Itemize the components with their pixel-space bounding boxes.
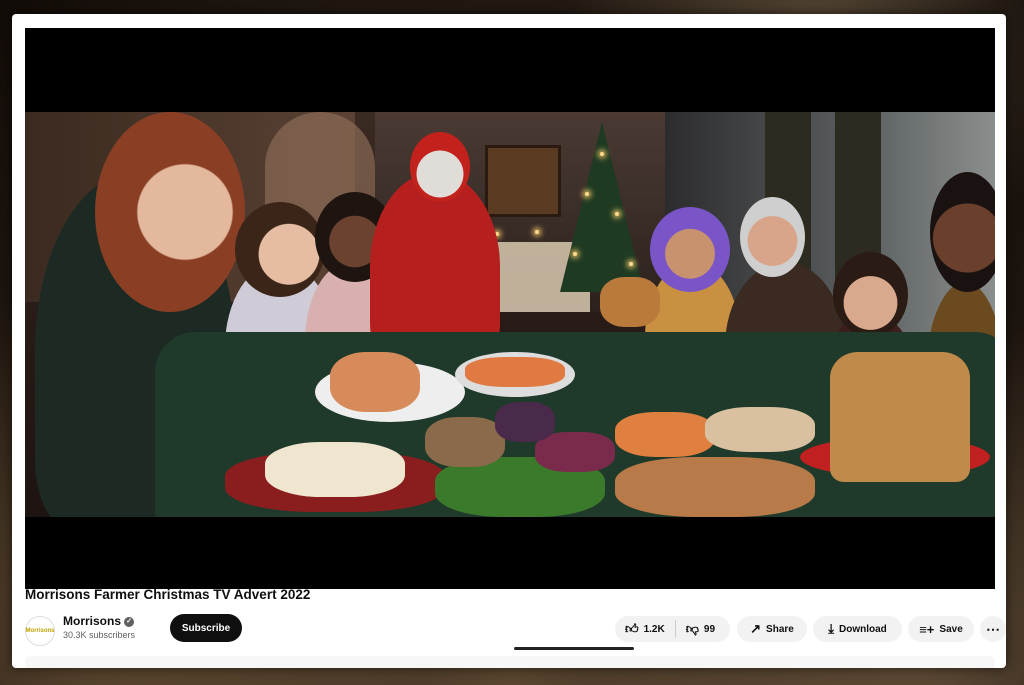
food-cheese-star	[265, 442, 405, 497]
person-head	[833, 252, 908, 337]
save-label: Save	[939, 623, 963, 635]
subscriber-count: 30.3K subscribers	[63, 630, 136, 640]
tree-light	[629, 262, 633, 266]
tree-light	[600, 152, 604, 156]
channel-avatar[interactable]: Morrisons	[25, 616, 55, 646]
tree-light	[585, 192, 589, 196]
person-head	[410, 132, 470, 202]
tree-light	[615, 212, 619, 216]
download-button[interactable]: ⤓ Download	[813, 616, 902, 642]
youtube-watch-panel: Morrisons Farmer Christmas TV Advert 202…	[12, 14, 1006, 668]
video-title: Morrisons Farmer Christmas TV Advert 202…	[25, 587, 311, 602]
like-button[interactable]: 👍︎ 1.2K	[615, 616, 675, 642]
download-icon: ⤓	[828, 621, 834, 636]
more-horizontal-icon[interactable]: ⋯	[980, 616, 1006, 642]
food-red-cabbage	[535, 432, 615, 472]
video-player[interactable]	[25, 28, 995, 589]
share-label: Share	[766, 623, 794, 635]
description-box[interactable]	[25, 656, 995, 668]
share-arrow-icon: ↗	[750, 621, 762, 636]
tree-light	[573, 252, 577, 256]
food-salmon	[465, 357, 565, 387]
food-potatoes	[425, 417, 505, 467]
dislike-count: 99	[703, 623, 716, 635]
morrisons-logo: Morrisons	[25, 628, 55, 634]
thumbs-up-icon: 👍︎	[625, 621, 639, 636]
thumbs-down-icon: 👎︎	[685, 621, 699, 636]
mantel-light	[535, 230, 539, 234]
person-head	[650, 207, 730, 292]
person-head	[95, 112, 245, 312]
food-carrots	[615, 412, 715, 457]
video-frame[interactable]	[25, 112, 995, 517]
channel-row: Morrisons Morrisons ✓ 30.3K subscribers S…	[25, 612, 1006, 646]
person-head	[930, 172, 995, 292]
scene-picture-frame	[485, 145, 561, 217]
save-button[interactable]: ≡+ Save	[908, 616, 974, 642]
share-button[interactable]: ↗ Share	[737, 616, 807, 642]
verified-check-icon: ✓	[124, 616, 135, 627]
food-turkey	[600, 277, 660, 327]
channel-name[interactable]: Morrisons	[63, 614, 121, 628]
food-grapes	[495, 402, 555, 442]
person-head	[740, 197, 805, 277]
food-panettone	[830, 352, 970, 482]
channel-name-wrap[interactable]: Morrisons ✓	[63, 614, 135, 628]
playlist-add-icon: ≡+	[919, 621, 935, 637]
like-count: 1.2K	[643, 623, 665, 635]
scroll-indicator[interactable]	[514, 647, 634, 650]
food-pigs-in-blankets	[705, 407, 815, 452]
person-head	[235, 202, 325, 297]
subscribe-button[interactable]: Subscribe	[170, 614, 242, 642]
food-roast	[615, 457, 815, 517]
food-ham	[330, 352, 420, 412]
download-label: Download	[838, 623, 887, 635]
dislike-button[interactable]: 👎︎ 99	[676, 616, 725, 642]
scene-christmas-tree	[560, 122, 644, 292]
like-dislike-group: 👍︎ 1.2K 👎︎ 99	[615, 616, 730, 642]
